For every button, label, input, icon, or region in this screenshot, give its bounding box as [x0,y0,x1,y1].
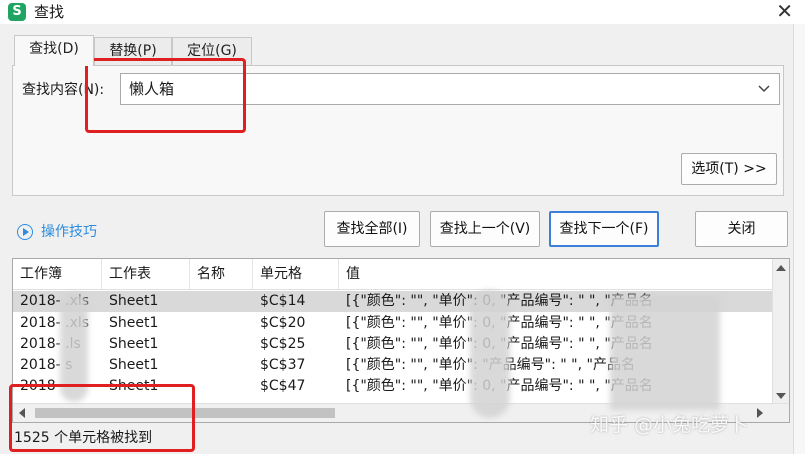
find-previous-button[interactable]: 查找上一个(V) [430,211,540,247]
scroll-up-icon[interactable] [776,265,786,271]
vertical-scrollbar[interactable] [772,259,789,405]
cell-sheet: Sheet1 [109,293,159,309]
cell-sheet: Sheet1 [109,336,159,352]
cell-name [190,313,253,334]
find-content-value: 懒人箱 [129,80,175,98]
cell-value: [{"颜色": "", "单价": "产品编号": " ", "产品名 [346,357,635,373]
chevron-down-icon[interactable] [757,81,771,95]
table-row[interactable]: 2018- Sheet1 $C$47 [{"颜色": "", "单价": 0, … [13,376,773,397]
tab-goto[interactable]: 定位(G) [172,37,252,65]
cell-sheet: Sheet1 [109,357,159,373]
column-header-cell[interactable]: 单元格 [253,259,339,289]
cell-name [190,334,253,355]
cell-name [190,376,253,397]
column-header-workbook[interactable]: 工作簿 [13,259,102,289]
close-icon[interactable]: ✕ [776,0,793,22]
cell-name [190,291,253,312]
cell-workbook: 2018- [20,378,61,394]
cell-workbook: 2018- .xls [20,315,90,331]
tab-find[interactable]: 查找(D) [14,35,94,66]
cell-address: $C$47 [260,378,306,394]
options-button[interactable]: 选项(T) >> [681,153,777,185]
cell-address: $C$14 [260,293,306,309]
find-next-button[interactable]: 查找下一个(F) [549,211,659,247]
table-row[interactable]: 2018- s Sheet1 $C$37 [{"颜色": "", "单价": "… [13,355,773,376]
close-button[interactable]: 关闭 [695,211,788,247]
cell-address: $C$25 [260,336,306,352]
scroll-right-icon[interactable] [757,408,763,418]
table-row[interactable]: 2018- .xls Sheet1 $C$14 [{"颜色": "", "单价"… [13,291,773,312]
find-content-input[interactable]: 懒人箱 [120,73,780,105]
cell-value: [{"颜色": "", "单价": 0, "产品编号": " ", "产品名 [346,378,653,394]
cell-sheet: Sheet1 [109,315,159,331]
cell-sheet: Sheet1 [109,378,159,394]
cell-workbook: 2018- s [20,357,73,373]
scroll-down-icon[interactable] [776,393,786,399]
cell-name [190,355,253,376]
find-content-label: 查找内容(N): [22,82,105,98]
column-header-name[interactable]: 名称 [190,259,253,289]
table-row[interactable]: 2018- .ls Sheet1 $C$25 [{"颜色": "", "单价":… [13,334,773,355]
cell-value: [{"颜色": "", "单价": 0, "产品编号": " ", "产品名 [346,315,653,331]
horizontal-scroll-thumb[interactable] [35,408,335,418]
tab-replace[interactable]: 替换(P) [94,37,172,65]
cell-workbook: 2018- .xls [20,293,90,309]
cell-address: $C$37 [260,357,306,373]
play-circle-icon [17,224,33,240]
wps-app-icon: S [8,3,26,21]
cell-address: $C$20 [260,315,306,331]
operation-tips-label: 操作技巧 [41,224,97,240]
background-sheet-strip [793,24,805,454]
cell-value: [{"颜色": "", "单价": 0, "产品编号": " ", "产品名 [346,336,653,352]
cell-workbook: 2018- .ls [20,336,81,352]
results-list[interactable]: 工作簿 工作表 名称 单元格 值 2018- .xls Sheet1 $C$14… [12,258,790,423]
cell-value: [{"颜色": "", "单价": 0, "产品编号": " ", "产品名 [346,293,653,309]
table-row[interactable]: 2018- .xls Sheet1 $C$20 [{"颜色": "", "单价"… [13,313,773,334]
window-title: 查找 [34,3,65,21]
results-count-status: 1525 个单元格被找到 [14,430,153,446]
title-bar: S 查找 ✕ [0,0,805,24]
scroll-left-icon[interactable] [19,408,25,418]
find-all-button[interactable]: 查找全部(I) [324,211,420,247]
results-header: 工作簿 工作表 名称 单元格 值 [13,259,773,290]
column-header-sheet[interactable]: 工作表 [102,259,190,289]
column-header-value[interactable]: 值 [339,259,773,289]
watermark: 知乎 @小兔吃萝卜 [590,414,749,436]
